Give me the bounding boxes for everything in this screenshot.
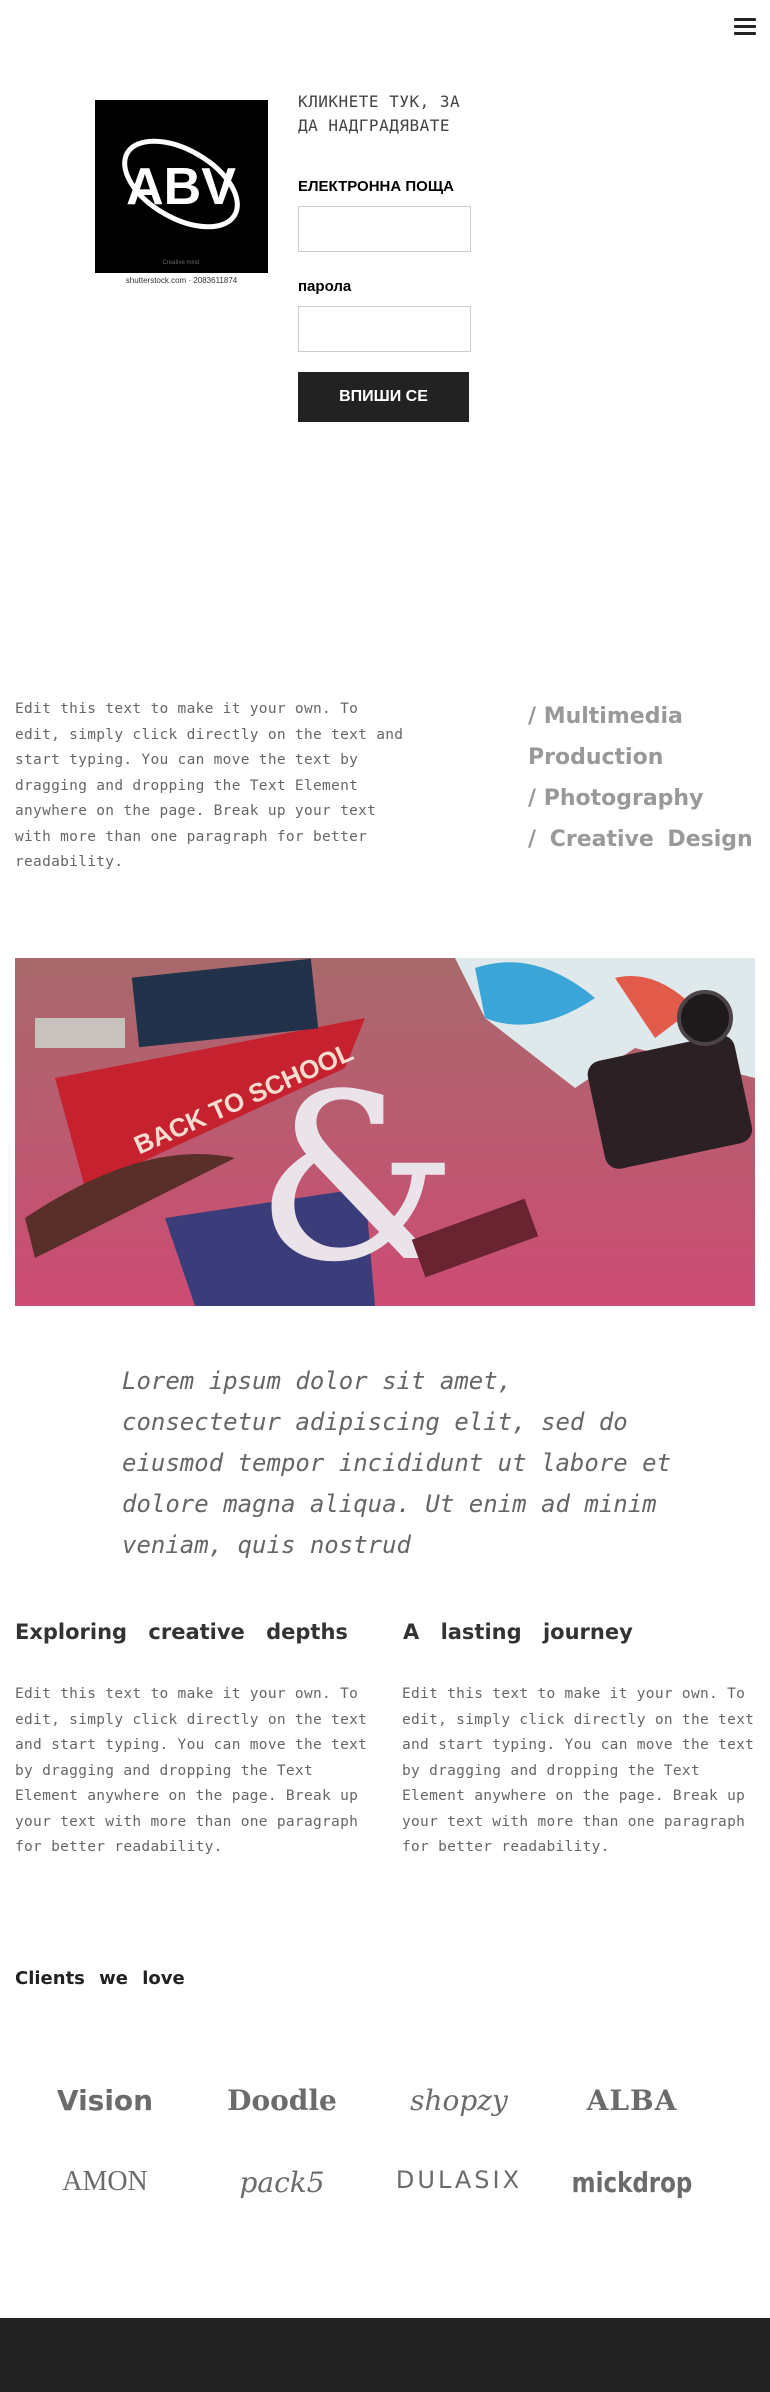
client-logo-vision: Vision [56, 2084, 154, 2117]
logo-caption: shutterstock.com · 2083611874 [125, 276, 238, 285]
client-logo-mickdrop: mickdrop [571, 2166, 693, 2199]
site-logo: ABV Creative mind [95, 100, 268, 273]
intro-text: Edit this text to make it your own. To e… [15, 701, 404, 870]
footer [0, 2318, 770, 2392]
clients-title: Clients we love [15, 1968, 185, 1989]
quote-text: Lorem ipsum dolor sit amet, consectetur … [122, 1367, 672, 1559]
client-logo-alba: ALBA [586, 2084, 678, 2117]
password-field[interactable] [298, 306, 471, 352]
feature-text: Edit this text to make it your own. To e… [402, 1686, 755, 1855]
service-item: Production [528, 745, 664, 770]
client-logo-shopzy: shopzy [410, 2084, 508, 2117]
login-button[interactable]: ВПИШИ СЕ [298, 372, 469, 422]
client-logo-dulasix: DULASIX [395, 2166, 523, 2194]
email-field[interactable] [298, 206, 471, 252]
hamburger-menu-icon[interactable] [734, 18, 756, 36]
services-list: / Multimedia Production / Photography / … [528, 696, 758, 860]
feature-text: Edit this text to make it your own. To e… [15, 1686, 368, 1855]
email-label: ЕЛЕКТРОННА ПОЩА [298, 178, 454, 195]
client-logo-doodle: Doodle [227, 2084, 337, 2117]
password-label: парола [298, 278, 352, 295]
svg-text:Creative mind: Creative mind [162, 260, 199, 266]
service-item: / Photography [528, 786, 704, 811]
hero-image: BACK TO SCHOOL & [15, 958, 755, 1306]
client-logo-pack5: pack5 [239, 2166, 325, 2199]
feature-title: Exploring creative depths [15, 1620, 348, 1644]
feature-title: A lasting journey [403, 1620, 633, 1644]
service-item: / Multimedia [528, 704, 683, 729]
upgrade-link[interactable]: КЛИКНЕТЕ ТУК, ЗА ДА НАДГРАДЯВАТЕ [298, 90, 488, 138]
service-item: / Creative Design [528, 827, 753, 852]
client-logo-amon: AMON [62, 2166, 148, 2197]
logo-text: ABV [126, 158, 236, 216]
